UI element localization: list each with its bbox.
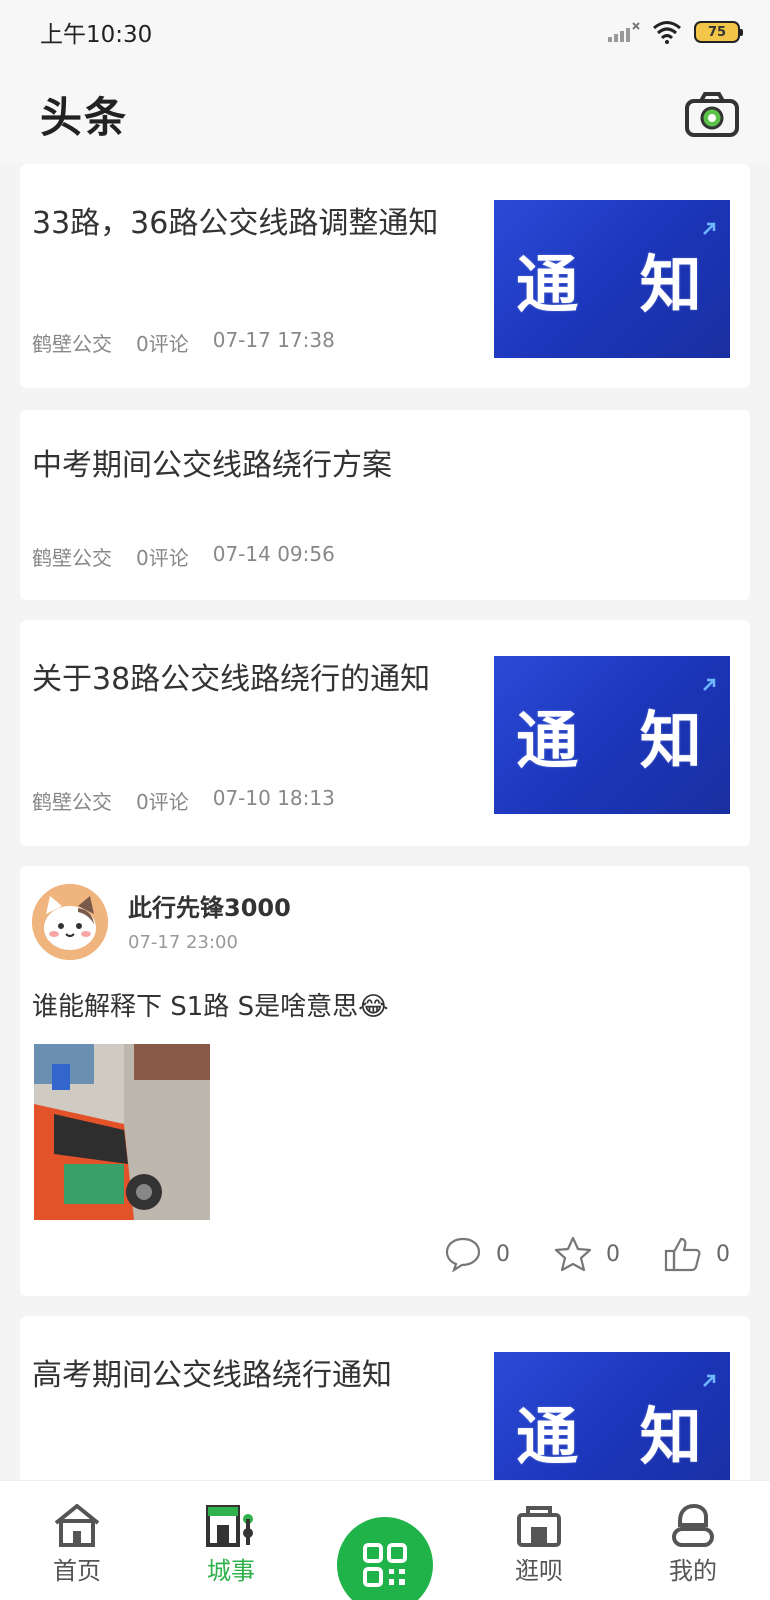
news-thumbnail: 通 知 <box>494 656 730 814</box>
tab-shop[interactable]: 逛呗 <box>464 1481 614 1586</box>
status-bar: 上午10:30 75 <box>0 0 770 64</box>
arrow-icon <box>703 678 716 691</box>
thumbnail-text: 通 知 <box>516 248 722 321</box>
status-time: 上午10:30 <box>40 22 153 48</box>
news-source: 鹤壁公交 <box>32 332 112 356</box>
news-title: 中考期间公交线路绕行方案 <box>32 448 392 483</box>
thumbnail-text: 通 知 <box>516 1400 722 1473</box>
post-image[interactable] <box>34 1044 210 1220</box>
news-date: 07-17 17:38 <box>212 328 335 352</box>
arrow-icon <box>703 1374 716 1387</box>
wifi-icon <box>653 21 681 44</box>
qr-scan-icon <box>363 1543 407 1587</box>
news-source: 鹤壁公交 <box>32 790 112 814</box>
arrow-icon <box>703 222 716 235</box>
battery-level: 75 <box>707 24 727 40</box>
tab-profile[interactable]: 我的 <box>618 1481 768 1586</box>
shop-icon <box>517 1506 561 1547</box>
post-time: 07-17 23:00 <box>128 932 238 953</box>
battery-icon: 75 <box>694 21 743 43</box>
star-icon <box>554 1236 592 1272</box>
news-title: 33路，36路公交线路调整通知 <box>32 206 439 241</box>
news-card[interactable]: 高考期间公交线路绕行通知 通 知 <box>20 1316 750 1496</box>
news-meta: 鹤壁公交 0评论 07-17 17:38 <box>32 328 335 357</box>
bottom-tab-bar: 首页 城事 逛呗 我的 <box>0 1480 770 1600</box>
tab-home[interactable]: 首页 <box>2 1481 152 1586</box>
tab-label: 城事 <box>207 1557 255 1585</box>
news-thumbnail: 通 知 <box>494 1352 730 1496</box>
user-post-card[interactable]: 此行先锋3000 07-17 23:00 谁能解释下 S1路 S是啥意思😂 0 … <box>20 866 750 1296</box>
news-comments: 0评论 <box>136 546 189 570</box>
tab-city[interactable]: 城事 <box>156 1481 306 1586</box>
cat-avatar-icon <box>32 884 108 960</box>
favorite-count: 0 <box>606 1241 620 1267</box>
status-icons: 75 <box>608 20 743 44</box>
tab-scan[interactable] <box>310 1481 460 1600</box>
profile-icon <box>672 1503 714 1547</box>
news-card[interactable]: 中考期间公交线路绕行方案 鹤壁公交 0评论 07-14 09:56 <box>20 410 750 600</box>
news-thumbnail: 通 知 <box>494 200 730 358</box>
news-card[interactable]: 关于38路公交线路绕行的通知 鹤壁公交 0评论 07-10 18:13 通 知 <box>20 620 750 846</box>
city-icon <box>206 1505 253 1547</box>
tab-label: 首页 <box>53 1557 101 1585</box>
camera-button[interactable] <box>684 86 740 142</box>
news-card[interactable]: 33路，36路公交线路调整通知 鹤壁公交 0评论 07-17 17:38 通 知 <box>20 164 750 388</box>
post-actions: 0 0 0 <box>444 1236 730 1272</box>
header: 头条 <box>0 64 770 164</box>
comment-icon <box>445 1237 481 1272</box>
tab-label: 我的 <box>669 1557 717 1585</box>
signal-icon <box>608 22 640 42</box>
camera-icon <box>685 92 739 137</box>
avatar[interactable] <box>32 884 108 960</box>
home-icon <box>54 1504 100 1547</box>
news-date: 07-14 09:56 <box>212 542 335 566</box>
post-text: 谁能解释下 S1路 S是啥意思😂 <box>32 992 389 1022</box>
news-meta: 鹤壁公交 0评论 07-14 09:56 <box>32 542 335 571</box>
like-count: 0 <box>716 1241 730 1267</box>
news-title: 关于38路公交线路绕行的通知 <box>32 662 431 697</box>
favorite-button[interactable]: 0 <box>554 1236 620 1272</box>
thumbnail-text: 通 知 <box>516 704 722 777</box>
news-meta: 鹤壁公交 0评论 07-10 18:13 <box>32 786 335 815</box>
news-title: 高考期间公交线路绕行通知 <box>32 1358 392 1393</box>
news-source: 鹤壁公交 <box>32 546 112 570</box>
comment-count: 0 <box>496 1241 510 1267</box>
news-date: 07-10 18:13 <box>212 786 335 810</box>
page-title: 头条 <box>40 92 129 142</box>
like-button[interactable]: 0 <box>664 1236 730 1272</box>
bus-photo-icon <box>34 1044 210 1220</box>
comment-button[interactable]: 0 <box>444 1236 510 1272</box>
news-comments: 0评论 <box>136 332 189 356</box>
post-username[interactable]: 此行先锋3000 <box>128 888 291 923</box>
tab-label: 逛呗 <box>515 1557 563 1585</box>
news-comments: 0评论 <box>136 790 189 814</box>
thumbs-up-icon <box>664 1237 701 1272</box>
scan-button[interactable] <box>337 1517 433 1600</box>
